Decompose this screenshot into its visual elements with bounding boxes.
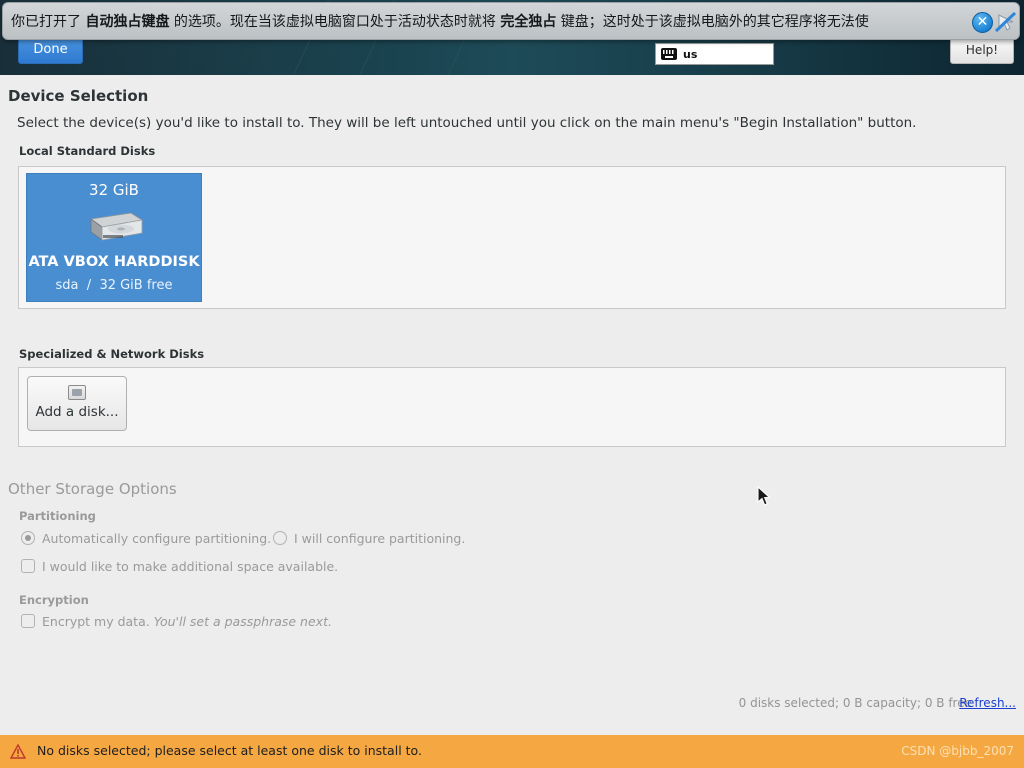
keyboard-icon <box>661 48 677 60</box>
notify-bold-2: 完全独占 <box>500 14 557 30</box>
disk-model-name: ATA VBOX HARDDISK <box>28 254 200 270</box>
done-button[interactable]: Done <box>18 36 83 64</box>
keyboard-layout-indicator[interactable]: us <box>655 43 774 65</box>
add-disk-icon <box>68 385 86 400</box>
warning-triangle-icon <box>9 743 27 759</box>
mouse-cursor <box>757 485 773 508</box>
notify-text-3: 键盘；这时处于该虚拟电脑外的其它程序将无法使 <box>556 14 869 30</box>
notify-bold-1: 自动独占键盘 <box>85 14 170 30</box>
radio-manual-partitioning[interactable] <box>273 531 287 545</box>
specialized-network-disks-label: Specialized & Network Disks <box>19 347 205 361</box>
radio-auto-partitioning[interactable] <box>21 531 35 545</box>
notify-text-1: 你已打开了 <box>11 14 86 30</box>
mouse-disabled-icon[interactable] <box>994 11 1017 33</box>
encrypt-hint: You'll set a passphrase next. <box>153 614 332 629</box>
refresh-link[interactable]: Refresh... <box>959 696 1016 710</box>
radio-auto-partitioning-label: Automatically configure partitioning. <box>42 531 272 546</box>
disk-device-info: sda / 32 GiB free <box>27 278 201 293</box>
checkbox-encrypt-data-label: Encrypt my data. You'll set a passphrase… <box>42 614 332 629</box>
disk-tile-sda[interactable]: 32 GiB ATA VBOX HARDDISK sda / 32 GiB fr… <box>26 173 202 302</box>
device-selection-page: Device Selection Select the device(s) yo… <box>0 75 1024 735</box>
partitioning-label: Partitioning <box>19 509 96 523</box>
harddisk-icon <box>85 207 144 247</box>
watermark-text: CSDN @bjbb_2007 <box>901 744 1014 758</box>
add-a-disk-button[interactable]: Add a disk... <box>27 376 127 431</box>
virtualbox-notification-text: 你已打开了 自动独占键盘 的选项。现在当该虚拟电脑窗口处于活动状态时就将 完全独… <box>11 12 961 32</box>
add-a-disk-label: Add a disk... <box>35 404 119 420</box>
help-button[interactable]: Help! <box>950 36 1014 64</box>
disk-device: sda <box>55 278 79 293</box>
checkbox-additional-space[interactable] <box>21 559 35 573</box>
close-circle-icon[interactable]: ✕ <box>972 12 993 33</box>
notify-text-2: 的选项。现在当该虚拟电脑窗口处于活动状态时就将 <box>169 14 501 30</box>
local-disks-panel: 32 GiB ATA VBOX HARDDISK sda / 32 GiB fr… <box>18 166 1006 309</box>
specialized-disks-panel <box>18 367 1006 447</box>
encryption-label: Encryption <box>19 593 89 607</box>
radio-manual-partitioning-label: I will configure partitioning. <box>294 531 466 546</box>
encrypt-text: Encrypt my data. <box>42 614 150 629</box>
disk-free: 32 GiB free <box>99 278 173 293</box>
other-storage-options-title: Other Storage Options <box>8 480 177 498</box>
keyboard-layout-label: us <box>683 47 698 61</box>
page-description: Select the device(s) you'd like to insta… <box>17 115 917 131</box>
disk-separator: / <box>86 278 92 293</box>
virtualbox-notification-bar: 你已打开了 自动独占键盘 的选项。现在当该虚拟电脑窗口处于活动状态时就将 完全独… <box>2 2 1020 40</box>
disk-selection-summary: 0 disks selected; 0 B capacity; 0 B free <box>738 696 972 710</box>
local-standard-disks-label: Local Standard Disks <box>19 144 156 158</box>
warning-message: No disks selected; please select at leas… <box>37 743 422 758</box>
disk-capacity: 32 GiB <box>89 181 139 199</box>
checkbox-additional-space-label: I would like to make additional space av… <box>42 559 339 574</box>
warning-bar: No disks selected; please select at leas… <box>0 735 1024 768</box>
page-title: Device Selection <box>8 87 149 105</box>
checkbox-encrypt-data[interactable] <box>21 614 35 628</box>
